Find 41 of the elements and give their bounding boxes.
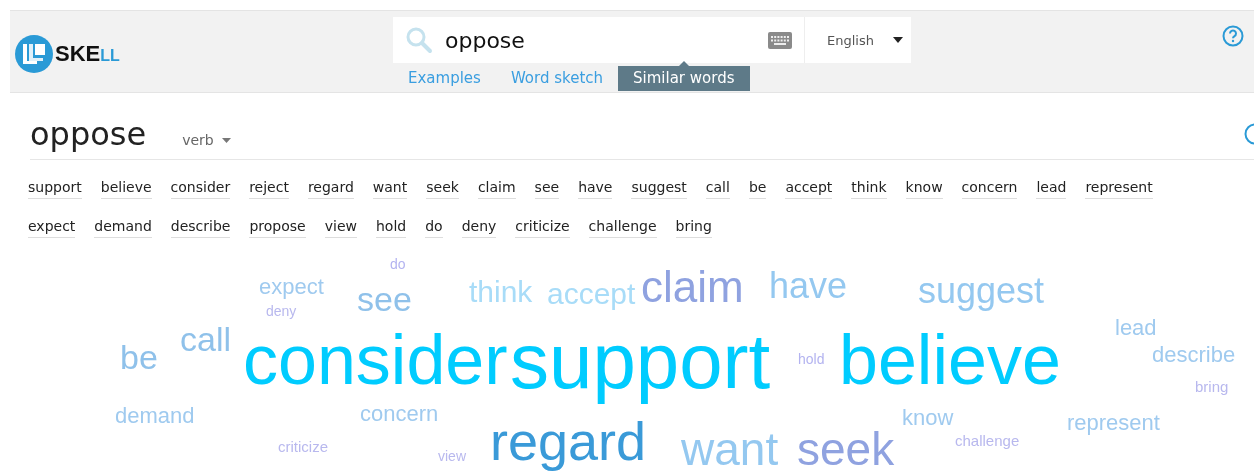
pointer-icon	[677, 61, 690, 67]
search-icon	[405, 26, 433, 54]
search-field[interactable]: oppose	[393, 17, 804, 63]
word-link[interactable]: regard	[307, 179, 354, 199]
word-link[interactable]: believe	[100, 179, 152, 199]
word-link[interactable]: have	[578, 179, 613, 199]
word-link[interactable]: concern	[961, 179, 1018, 199]
word-link[interactable]: represent	[1085, 179, 1153, 199]
word-link[interactable]: describe	[170, 218, 231, 238]
word-link[interactable]: propose	[249, 218, 306, 238]
word-link[interactable]: consider	[170, 179, 231, 199]
logo-text: SKELL	[55, 41, 120, 67]
word-link[interactable]: lead	[1036, 179, 1067, 199]
headword: oppose	[30, 115, 147, 153]
word-link[interactable]: criticize	[515, 218, 570, 238]
word-link[interactable]: want	[372, 179, 408, 199]
word-link[interactable]: see	[534, 179, 560, 199]
word-link[interactable]: expect	[28, 218, 76, 238]
word-link[interactable]: support	[28, 179, 82, 199]
word-link[interactable]: seek	[426, 179, 459, 199]
word-link[interactable]: hold	[376, 218, 407, 238]
word-link[interactable]: think	[851, 179, 887, 199]
keyboard-icon[interactable]	[768, 31, 792, 49]
word-link[interactable]: call	[705, 179, 730, 199]
part-of-speech-dropdown[interactable]: verb	[182, 132, 231, 148]
word-link[interactable]: reject	[249, 179, 289, 199]
caret-icon	[893, 37, 903, 43]
word-link[interactable]: claim	[477, 179, 516, 199]
word-link[interactable]: bring	[675, 218, 712, 238]
logo-icon	[15, 35, 53, 73]
language-dropdown[interactable]: English	[804, 17, 911, 63]
word-link[interactable]: accept	[785, 179, 833, 199]
word-link[interactable]: view	[324, 218, 357, 238]
word-link[interactable]: demand	[94, 218, 152, 238]
word-link[interactable]: know	[905, 179, 943, 199]
word-link[interactable]: challenge	[588, 218, 657, 238]
word-link[interactable]: deny	[461, 218, 497, 238]
word-link[interactable]: be	[748, 179, 767, 199]
word-link[interactable]: do	[425, 218, 443, 238]
word-link[interactable]: suggest	[631, 179, 687, 199]
caret-icon	[221, 137, 231, 143]
